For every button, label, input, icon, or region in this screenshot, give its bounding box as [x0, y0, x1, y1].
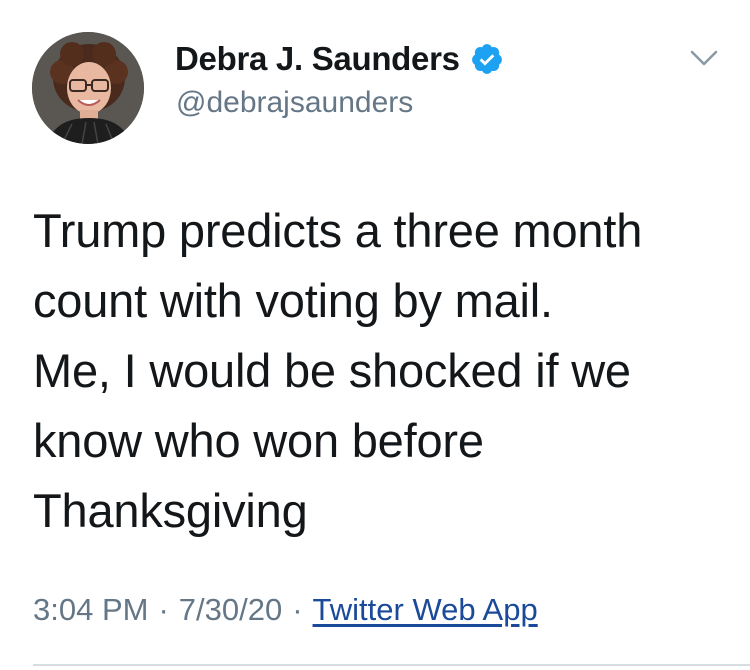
- avatar[interactable]: [32, 32, 144, 144]
- tweet-card: Debra J. Saunders @debrajsaunders Trump …: [0, 0, 750, 670]
- metadata-separator: ·: [292, 592, 303, 627]
- author-name-row: Debra J. Saunders: [175, 40, 504, 78]
- tweet-date[interactable]: 7/30/20: [179, 592, 282, 628]
- tweet-text: Trump predicts a three month count with …: [33, 204, 643, 537]
- verified-badge-icon: [470, 42, 504, 76]
- author-handle[interactable]: @debrajsaunders: [176, 86, 413, 120]
- tweet-time[interactable]: 3:04 PM: [33, 592, 148, 628]
- metadata-separator: ·: [158, 592, 169, 627]
- tweet-metadata: 3:04 PM · 7/30/20 · Twitter Web App: [33, 592, 538, 628]
- display-name[interactable]: Debra J. Saunders: [175, 40, 460, 78]
- avatar-photo: [32, 32, 144, 144]
- tweet-source-link[interactable]: Twitter Web App: [313, 592, 538, 628]
- chevron-down-icon[interactable]: [688, 46, 720, 70]
- divider: [33, 664, 750, 666]
